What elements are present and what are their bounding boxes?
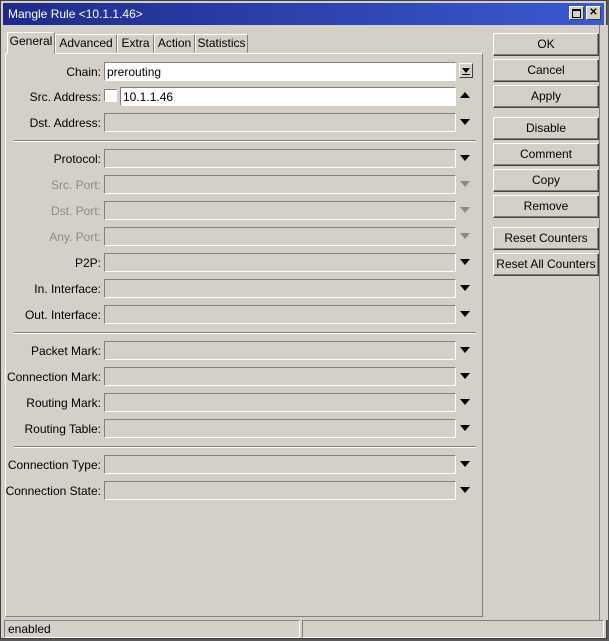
src-port-field <box>104 175 456 194</box>
dst-address-row: Dst. Address: <box>6 113 484 132</box>
separator <box>14 446 476 448</box>
routing-mark-row: Routing Mark: <box>6 393 484 412</box>
routing-table-label: Routing Table: <box>24 422 102 436</box>
connection-state-field[interactable] <box>104 481 456 500</box>
connection-type-expand-icon[interactable] <box>460 461 470 467</box>
dst-address-label: Dst. Address: <box>29 116 101 130</box>
any-port-field <box>104 227 456 246</box>
src-address-value: 10.1.1.46 <box>123 90 174 104</box>
p2p-expand-icon[interactable] <box>460 259 470 265</box>
tab-action[interactable]: Action <box>154 34 195 53</box>
cancel-button[interactable]: Cancel <box>493 59 599 82</box>
chain-label: Chain: <box>66 65 101 79</box>
any-port-label: Any. Port: <box>49 230 101 244</box>
status-secondary <box>302 620 604 638</box>
out-interface-label: Out. Interface: <box>24 308 101 322</box>
protocol-label: Protocol: <box>53 152 101 166</box>
p2p-field[interactable] <box>104 253 456 272</box>
connection-mark-label: Connection Mark: <box>6 370 101 384</box>
connection-mark-row: Connection Mark: <box>6 367 484 386</box>
p2p-label: P2P: <box>74 256 101 270</box>
comment-button[interactable]: Comment <box>493 143 599 166</box>
reset-all-counters-button[interactable]: Reset All Counters <box>493 253 599 276</box>
title-bar[interactable]: Mangle Rule <10.1.1.46> ✕ <box>3 3 604 25</box>
packet-mark-expand-icon[interactable] <box>460 347 470 353</box>
src-port-expand-icon <box>460 181 470 187</box>
reset-counters-button[interactable]: Reset Counters <box>493 227 599 250</box>
routing-mark-expand-icon[interactable] <box>460 399 470 405</box>
connection-type-field[interactable] <box>104 455 456 474</box>
separator <box>14 140 476 142</box>
background-window-edge <box>599 25 608 620</box>
tab-statistics[interactable]: Statistics <box>195 34 248 53</box>
routing-mark-field[interactable] <box>104 393 456 412</box>
connection-mark-field[interactable] <box>104 367 456 386</box>
maximize-icon[interactable] <box>569 6 584 20</box>
status-text: enabled <box>4 620 300 638</box>
tab-advanced[interactable]: Advanced <box>55 34 117 53</box>
dst-address-expand-icon[interactable] <box>460 119 470 125</box>
in-interface-expand-icon[interactable] <box>460 285 470 291</box>
general-tab-panel: Chain: prerouting Src. Address: 10.1.1.4… <box>5 53 483 617</box>
src-address-label: Src. Address: <box>29 90 101 104</box>
chain-value: prerouting <box>107 65 162 79</box>
src-address-collapse-icon[interactable] <box>460 92 470 98</box>
connection-state-row: Connection State: <box>6 481 484 500</box>
src-address-field[interactable]: 10.1.1.46 <box>120 87 456 106</box>
connection-type-row: Connection Type: <box>6 455 484 474</box>
dst-port-field <box>104 201 456 220</box>
tab-extra[interactable]: Extra <box>117 34 154 53</box>
in-interface-label: In. Interface: <box>34 282 101 296</box>
src-address-row: Src. Address: 10.1.1.46 <box>6 87 484 106</box>
connection-type-label: Connection Type: <box>7 458 101 472</box>
ok-button[interactable]: OK <box>493 33 599 56</box>
in-interface-field[interactable] <box>104 279 456 298</box>
out-interface-row: Out. Interface: <box>6 305 484 324</box>
dst-port-row: Dst. Port: <box>6 201 484 220</box>
packet-mark-label: Packet Mark: <box>30 344 101 358</box>
connection-state-expand-icon[interactable] <box>460 487 470 493</box>
p2p-row: P2P: <box>6 253 484 272</box>
chain-row: Chain: prerouting <box>6 62 484 81</box>
out-interface-expand-icon[interactable] <box>460 311 470 317</box>
remove-button[interactable]: Remove <box>493 195 599 218</box>
protocol-expand-icon[interactable] <box>460 155 470 161</box>
any-port-expand-icon <box>460 233 470 239</box>
tab-general[interactable]: General <box>7 32 55 54</box>
routing-table-expand-icon[interactable] <box>460 425 470 431</box>
protocol-row: Protocol: <box>6 149 484 168</box>
any-port-row: Any. Port: <box>6 227 484 246</box>
connection-mark-expand-icon[interactable] <box>460 373 470 379</box>
dst-port-label: Dst. Port: <box>50 204 101 218</box>
apply-button[interactable]: Apply <box>493 85 599 108</box>
routing-table-field[interactable] <box>104 419 456 438</box>
in-interface-row: In. Interface: <box>6 279 484 298</box>
window-title: Mangle Rule <10.1.1.46> <box>8 7 143 21</box>
copy-button[interactable]: Copy <box>493 169 599 192</box>
disable-button[interactable]: Disable <box>493 117 599 140</box>
connection-state-label: Connection State: <box>5 484 101 498</box>
close-icon[interactable]: ✕ <box>586 6 601 20</box>
dst-address-field[interactable] <box>104 113 456 132</box>
src-port-row: Src. Port: <box>6 175 484 194</box>
mangle-rule-window: Mangle Rule <10.1.1.46> ✕ General Advanc… <box>0 0 608 639</box>
separator <box>14 332 476 334</box>
chain-dropdown-icon[interactable] <box>459 63 473 78</box>
dst-port-expand-icon <box>460 207 470 213</box>
chain-field[interactable]: prerouting <box>104 62 456 81</box>
out-interface-field[interactable] <box>104 305 456 324</box>
routing-table-row: Routing Table: <box>6 419 484 438</box>
protocol-field[interactable] <box>104 149 456 168</box>
src-address-invert-checkbox[interactable] <box>104 89 117 102</box>
packet-mark-row: Packet Mark: <box>6 341 484 360</box>
src-port-label: Src. Port: <box>50 178 101 192</box>
packet-mark-field[interactable] <box>104 341 456 360</box>
routing-mark-label: Routing Mark: <box>26 396 101 410</box>
